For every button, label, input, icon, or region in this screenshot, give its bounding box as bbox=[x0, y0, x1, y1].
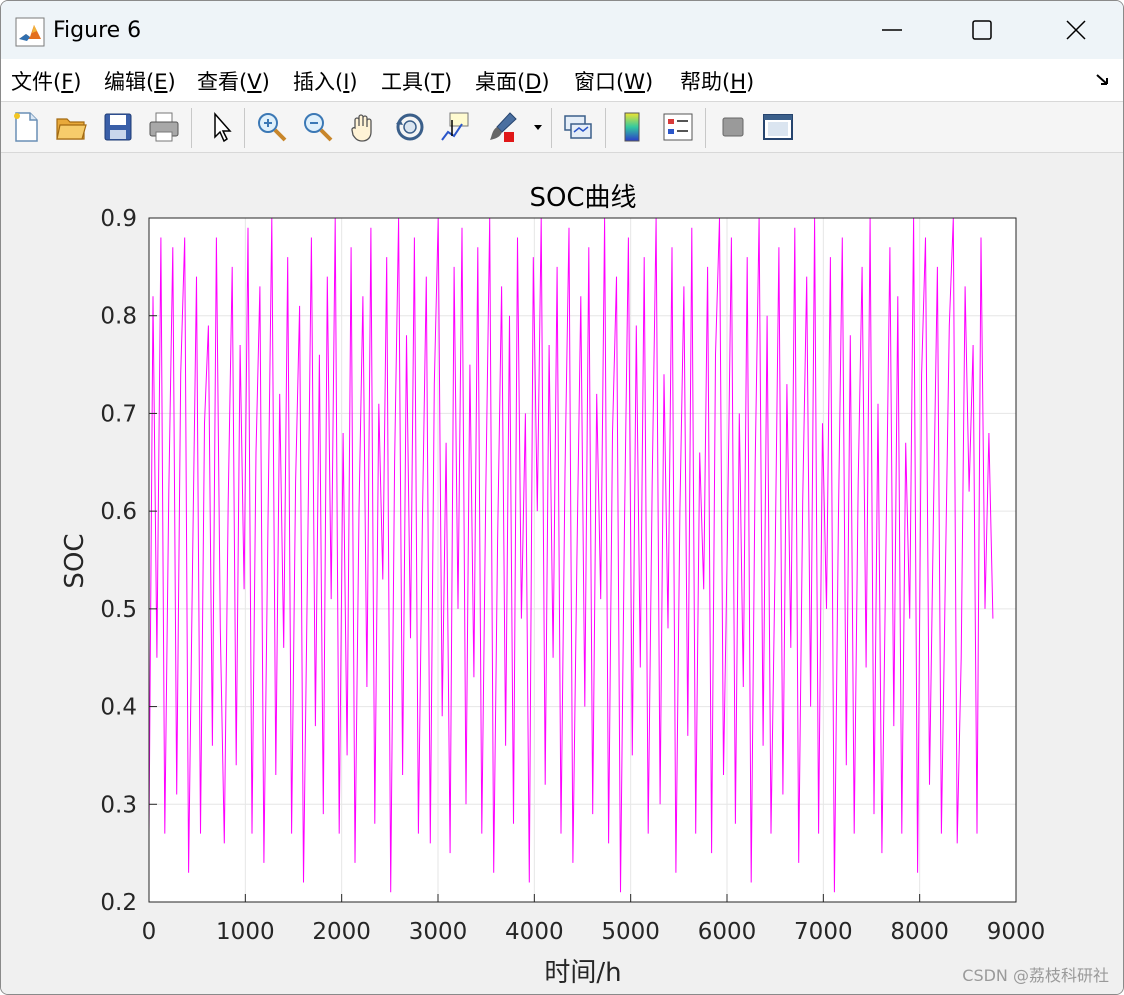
menu-bar: 文件(F) 编辑(E) 查看(V) 插入(I) 工具(T) 桌面(D) 窗口(W… bbox=[1, 59, 1123, 102]
menu-tools-key: T bbox=[431, 70, 445, 94]
menu-window[interactable]: 窗口(W) bbox=[574, 66, 653, 96]
x-tick-label: 6000 bbox=[698, 919, 757, 945]
y-tick-label: 0.9 bbox=[100, 206, 137, 232]
menu-edit-label: 编辑( bbox=[104, 70, 155, 94]
toolbar-separator bbox=[551, 108, 552, 148]
watermark: CSDN @荔枝科研社 bbox=[962, 966, 1109, 985]
soc-chart: 0 1000 2000 3000 4000 5000 6000 7000 8000 9000 0.… bbox=[60, 183, 1046, 988]
x-tick-label: 2000 bbox=[312, 919, 371, 945]
hide-plot-tools-icon[interactable] bbox=[716, 110, 750, 144]
chart-title: SOC曲线 bbox=[529, 183, 636, 213]
menu-desktop-label: 桌面( bbox=[475, 70, 526, 94]
x-tick-label: 0 bbox=[142, 919, 157, 945]
close-icon bbox=[1066, 20, 1086, 40]
zoom-in-icon[interactable] bbox=[255, 110, 289, 144]
window-title: Figure 6 bbox=[53, 18, 142, 43]
menu-edit-suffix: ) bbox=[167, 70, 176, 94]
menu-window-label: 窗口( bbox=[574, 70, 625, 94]
y-tick-label: 0.7 bbox=[100, 401, 137, 427]
menu-help-label: 帮助( bbox=[680, 70, 731, 94]
close-button[interactable] bbox=[1046, 7, 1106, 53]
menu-tools-label: 工具( bbox=[381, 70, 432, 94]
y-tick-label: 0.4 bbox=[100, 695, 137, 721]
x-tick-label: 4000 bbox=[505, 919, 564, 945]
dock-arrow-icon[interactable] bbox=[1095, 71, 1111, 87]
y-axis-label: SOC bbox=[60, 533, 90, 588]
figure-window: Figure 6 文件(F) 编辑(E) 查看(V) 插入(I) 工具(T) 桌… bbox=[0, 0, 1124, 995]
menu-desktop[interactable]: 桌面(D) bbox=[475, 66, 550, 96]
pointer-icon[interactable] bbox=[204, 110, 238, 144]
toolbar-separator bbox=[244, 108, 245, 148]
menu-file-key: F bbox=[61, 70, 74, 94]
minimize-icon bbox=[882, 29, 902, 31]
x-tick-label: 1000 bbox=[216, 919, 275, 945]
figure-toolbar bbox=[1, 102, 1123, 153]
menu-insert[interactable]: 插入(I) bbox=[293, 66, 358, 96]
x-axis-label: 时间/h bbox=[544, 958, 621, 988]
x-tick-label: 7000 bbox=[794, 919, 853, 945]
pan-hand-icon[interactable] bbox=[347, 110, 381, 144]
menu-edit[interactable]: 编辑(E) bbox=[104, 66, 176, 96]
matlab-logo-icon bbox=[15, 17, 45, 47]
menu-view[interactable]: 查看(V) bbox=[197, 66, 270, 96]
menu-view-label: 查看( bbox=[197, 70, 248, 94]
menu-tools[interactable]: 工具(T) bbox=[381, 66, 452, 96]
menu-view-suffix: ) bbox=[261, 70, 270, 94]
x-tick-label: 5000 bbox=[601, 919, 660, 945]
brush-dropdown-icon[interactable] bbox=[531, 110, 545, 144]
menu-window-key: W bbox=[624, 70, 645, 94]
y-tick-label: 0.2 bbox=[100, 890, 137, 916]
link-plot-icon[interactable] bbox=[561, 110, 595, 144]
menu-tools-suffix: ) bbox=[444, 70, 453, 94]
menu-file-label: 文件( bbox=[11, 70, 62, 94]
toolbar-separator bbox=[605, 108, 606, 148]
open-folder-icon[interactable] bbox=[54, 110, 88, 144]
title-bar: Figure 6 bbox=[1, 1, 1123, 59]
menu-help-key: H bbox=[730, 70, 746, 94]
menu-desktop-key: D bbox=[525, 70, 542, 94]
menu-window-suffix: ) bbox=[644, 70, 654, 94]
maximize-button[interactable] bbox=[952, 7, 1012, 53]
menu-insert-suffix: ) bbox=[349, 70, 358, 94]
toolbar-separator bbox=[191, 108, 192, 148]
menu-view-key: V bbox=[247, 70, 262, 94]
menu-help[interactable]: 帮助(H) bbox=[680, 66, 754, 96]
menu-edit-key: E bbox=[154, 70, 168, 94]
colorbar-icon[interactable] bbox=[615, 110, 649, 144]
toolbar-separator bbox=[705, 108, 706, 148]
rotate-3d-icon[interactable] bbox=[393, 110, 427, 144]
y-tick-label: 0.5 bbox=[100, 597, 137, 623]
x-tick-label: 8000 bbox=[890, 919, 949, 945]
menu-insert-label: 插入( bbox=[293, 70, 344, 94]
minimize-button[interactable] bbox=[862, 7, 922, 53]
menu-file[interactable]: 文件(F) bbox=[11, 66, 82, 96]
menu-file-suffix: ) bbox=[73, 70, 82, 94]
maximize-icon bbox=[972, 20, 992, 40]
y-tick-label: 0.3 bbox=[100, 792, 137, 818]
new-figure-icon[interactable] bbox=[9, 110, 43, 144]
menu-help-suffix: ) bbox=[746, 70, 755, 94]
y-tick-label: 0.8 bbox=[100, 304, 137, 330]
show-plot-tools-icon[interactable] bbox=[761, 110, 795, 144]
save-icon[interactable] bbox=[101, 110, 135, 144]
menu-desktop-suffix: ) bbox=[541, 70, 550, 94]
y-tick-label: 0.6 bbox=[100, 499, 137, 525]
data-cursor-icon[interactable] bbox=[438, 110, 472, 144]
x-tick-label: 3000 bbox=[409, 919, 468, 945]
zoom-out-icon[interactable] bbox=[301, 110, 335, 144]
x-tick-label: 9000 bbox=[987, 919, 1046, 945]
figure-canvas: 0 1000 2000 3000 4000 5000 6000 7000 8000 9000 0.… bbox=[1, 153, 1123, 994]
legend-icon[interactable] bbox=[661, 110, 695, 144]
print-icon[interactable] bbox=[147, 110, 181, 144]
brush-icon[interactable] bbox=[486, 110, 520, 144]
